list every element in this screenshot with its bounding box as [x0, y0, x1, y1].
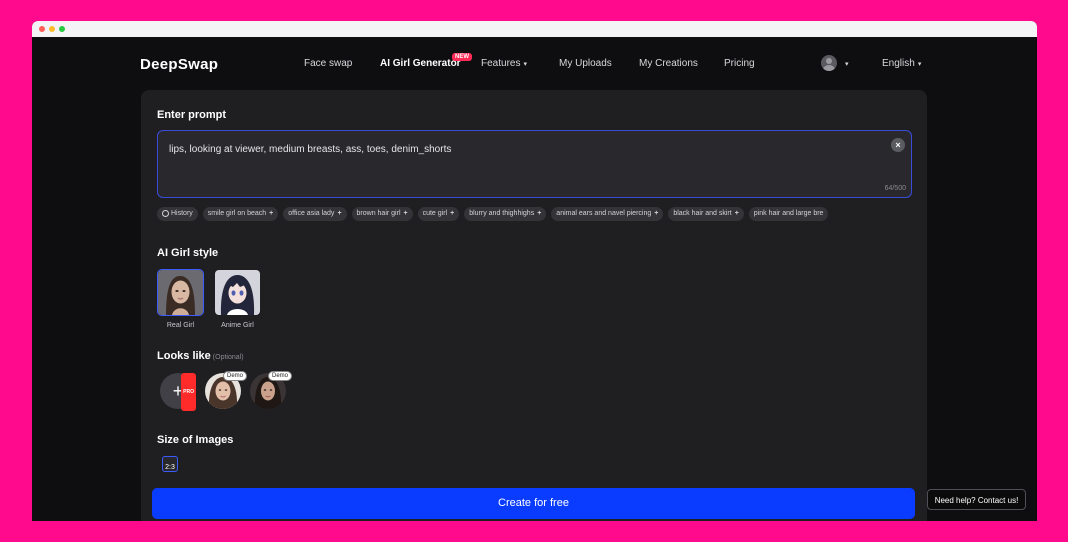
nav-my-uploads[interactable]: My Uploads	[559, 58, 612, 69]
suggestion-label: pink hair and large bre	[753, 210, 824, 217]
demo-face-1[interactable]: Demo	[205, 371, 247, 409]
pro-badge: PRO	[181, 373, 196, 411]
chevron-down-icon: ▾	[523, 61, 527, 68]
minimize-window-icon[interactable]	[49, 26, 55, 32]
plus-icon: +	[450, 210, 455, 217]
size-title: Size of Images	[157, 434, 234, 446]
chevron-down-icon: ▾	[845, 61, 849, 68]
demo-badge: Demo	[222, 371, 247, 381]
account-menu-toggle[interactable]: ▾	[842, 58, 849, 69]
clear-prompt-button[interactable]: ×	[891, 138, 905, 152]
nav-features[interactable]: Features ▾	[481, 58, 527, 69]
suggestion-chip[interactable]: black hair and skirt +	[668, 207, 744, 221]
suggestion-chip[interactable]: smile girl on beach +	[202, 207, 279, 221]
title-bar	[32, 21, 1037, 37]
create-button[interactable]: Create for free	[152, 488, 915, 519]
style-title: AI Girl style	[157, 247, 219, 259]
suggestion-chip[interactable]: cute girl +	[417, 207, 460, 221]
chevron-down-icon: ▾	[917, 61, 922, 68]
suggestion-chip[interactable]: animal ears and navel piercing +	[551, 207, 664, 221]
style-option-anime-girl[interactable]: Anime Girl	[214, 269, 261, 329]
close-window-icon[interactable]	[39, 26, 45, 32]
style-option-real-girl[interactable]: Real Girl	[157, 269, 204, 329]
history-label: History	[171, 210, 193, 217]
prompt-suggestions: History smile girl on beach + office asia…	[157, 207, 910, 221]
real-girl-label: Real Girl	[166, 322, 195, 329]
char-counter: 64/500	[884, 185, 906, 192]
generator-panel: Enter prompt lips, looking at viewer, me…	[141, 90, 927, 521]
demo-face-2[interactable]: Demo	[250, 371, 292, 409]
plus-icon: +	[403, 210, 408, 217]
nav-ai-girl-generator[interactable]: AI Girl Generator NEW	[380, 53, 472, 69]
suggestion-label: office asia lady	[288, 210, 335, 217]
anime-girl-thumbnail	[214, 269, 261, 316]
size-option-2-3[interactable]: 2:3	[162, 456, 178, 472]
demo-badge: Demo	[267, 371, 292, 381]
clock-icon	[162, 210, 169, 217]
plus-icon: +	[734, 210, 739, 217]
plus-icon: +	[537, 210, 542, 217]
prompt-title: Enter prompt	[157, 109, 227, 121]
suggestion-label: cute girl	[422, 210, 448, 217]
logo[interactable]: DeepSwap	[140, 56, 218, 73]
add-face-button[interactable]: + PRO	[160, 373, 196, 411]
suggestion-chip[interactable]: brown hair girl +	[351, 207, 413, 221]
suggestion-label: blurry and thighhighs	[469, 210, 535, 217]
suggestion-chip[interactable]: blurry and thighhighs +	[464, 207, 547, 221]
suggestion-chip[interactable]: pink hair and large bre	[748, 207, 829, 221]
looks-title-text: Looks like	[157, 350, 211, 362]
real-girl-thumbnail	[157, 269, 204, 316]
nav-pricing[interactable]: Pricing	[724, 58, 755, 69]
plus-icon: +	[654, 210, 659, 217]
help-button[interactable]: Need help? Contact us!	[927, 489, 1026, 510]
anime-girl-label: Anime Girl	[221, 322, 254, 329]
user-avatar-icon[interactable]	[821, 55, 837, 71]
suggestion-chip[interactable]: office asia lady +	[283, 207, 347, 221]
nav-ai-girl-generator-label: AI Girl Generator	[380, 58, 461, 69]
plus-icon: +	[337, 210, 342, 217]
suggestion-label: black hair and skirt	[673, 210, 732, 217]
top-nav: DeepSwap Face swap AI Girl Generator NEW…	[32, 37, 1037, 89]
nav-face-swap[interactable]: Face swap	[304, 58, 352, 69]
prompt-text[interactable]: lips, looking at viewer, medium breasts,…	[169, 144, 451, 155]
plus-icon: +	[269, 210, 274, 217]
language-selector[interactable]: English ▾	[882, 58, 921, 69]
looks-title: Looks like (Optional)	[157, 350, 244, 362]
language-label: English	[882, 58, 915, 69]
suggestion-label: smile girl on beach	[207, 210, 267, 217]
suggestion-label: brown hair girl	[356, 210, 401, 217]
maximize-window-icon[interactable]	[59, 26, 65, 32]
browser-window: DeepSwap Face swap AI Girl Generator NEW…	[32, 21, 1037, 521]
nav-my-creations[interactable]: My Creations	[639, 58, 698, 69]
prompt-input[interactable]: lips, looking at viewer, medium breasts,…	[157, 130, 912, 198]
history-chip[interactable]: History	[157, 207, 198, 221]
nav-features-label: Features	[481, 58, 521, 69]
optional-label: (Optional)	[212, 354, 244, 361]
suggestion-label: animal ears and navel piercing	[556, 210, 652, 217]
new-badge: NEW	[452, 53, 472, 61]
